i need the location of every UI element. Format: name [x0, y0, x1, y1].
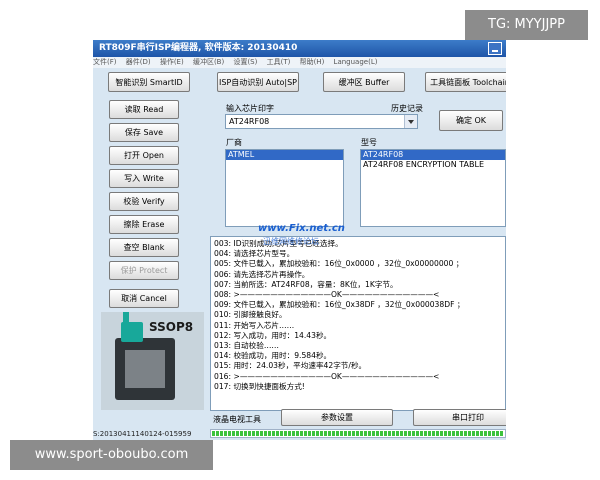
lcd-tool-label[interactable]: 液晶电视工具	[213, 414, 261, 425]
open-button[interactable]: 打开 Open	[109, 146, 179, 165]
log-line: 013: 自动校验……	[214, 341, 280, 351]
status-text: S:20130411140124-015959	[93, 430, 192, 438]
log-line: 004: 请选择芯片型号。	[214, 249, 295, 259]
chip-input-label: 输入芯片印字	[226, 104, 274, 113]
model-label: 型号	[361, 138, 377, 147]
menu-operation[interactable]: 操作(E)	[160, 58, 184, 66]
app-window: RT809F串行ISP编程器, 软件版本: 20130410 文件(F) 器件(…	[93, 40, 506, 440]
manufacturer-list[interactable]: ATMEL	[225, 149, 344, 227]
title-bar: RT809F串行ISP编程器, 软件版本: 20130410	[93, 40, 506, 57]
menu-device[interactable]: 器件(D)	[126, 58, 151, 66]
confirm-ok-button[interactable]: 确定 OK	[439, 110, 503, 131]
socket-image	[115, 338, 175, 400]
save-button[interactable]: 保存 Save	[109, 123, 179, 142]
window-title: RT809F串行ISP编程器, 软件版本: 20130410	[99, 43, 298, 53]
menu-help[interactable]: 帮助(H)	[300, 58, 325, 66]
log-line: 007: 当前所选：AT24RF08，容量：8K位，1K字节。	[214, 279, 398, 289]
verify-button[interactable]: 校验 Verify	[109, 192, 179, 211]
log-line: 009: 文件已载入，累加校验和：16位_0x38DF ，32位_0x00003…	[214, 300, 465, 310]
smart-id-button[interactable]: 智能识别 SmartID	[108, 72, 190, 92]
erase-button[interactable]: 擦除 Erase	[109, 215, 179, 234]
blank-button[interactable]: 查空 Blank	[109, 238, 179, 257]
isp-auto-button[interactable]: ISP自动识别 Auto|SP	[217, 72, 299, 92]
chip-input-value: AT24RF08	[229, 117, 270, 126]
log-line: 005: 文件已载入，累加校验和：16位_0x0000 ，32位_0x00000…	[214, 259, 464, 269]
chip-package-image: SSOP8	[101, 312, 204, 410]
menu-tools[interactable]: 工具(T)	[267, 58, 291, 66]
log-line: 006: 请先选择芯片再操作。	[214, 269, 310, 279]
log-line: 011: 开始写入芯片……	[214, 320, 295, 330]
serial-print-button[interactable]: 串口打印	[413, 409, 506, 426]
minimize-icon	[492, 50, 498, 52]
toolchain-button[interactable]: 工具链面板 Toolchain	[425, 72, 506, 92]
protect-button[interactable]: 保护 Protect	[109, 261, 179, 280]
params-settings-button[interactable]: 参数设置	[281, 409, 393, 426]
menu-buffer[interactable]: 缓冲区(B)	[193, 58, 224, 66]
log-line: 008: >————————————OK————————————<	[214, 290, 440, 300]
watermark-bottom-left: www.sport-oboubo.com	[10, 440, 213, 470]
status-bar: S:20130411140124-015959	[93, 428, 208, 440]
package-label: SSOP8	[149, 320, 194, 334]
read-button[interactable]: 读取 Read	[109, 100, 179, 119]
log-line: 015: 用时：24.03秒，平均速率42字节/秒。	[214, 361, 367, 371]
chip-input-combobox[interactable]: AT24RF08	[225, 114, 418, 129]
menu-bar: 文件(F) 器件(D) 操作(E) 缓冲区(B) 设置(S) 工具(T) 帮助(…	[93, 57, 506, 68]
site-watermark-sub: 迅维网维修论坛	[263, 237, 319, 246]
watermark-top-right: TG: MYYJJPP	[465, 10, 588, 40]
progress-bar	[210, 429, 506, 438]
menu-settings[interactable]: 设置(S)	[233, 58, 257, 66]
progress-fill	[212, 431, 504, 436]
cancel-button[interactable]: 取消 Cancel	[109, 289, 179, 308]
minimize-button[interactable]	[488, 42, 502, 55]
menu-file[interactable]: 文件(F)	[93, 58, 117, 66]
model-list[interactable]: AT24RF08 AT24RF08 ENCRYPTION TABLE	[360, 149, 506, 227]
log-line: 017: 切换到快捷面板方式!	[214, 381, 305, 391]
manufacturer-label: 厂商	[226, 138, 242, 147]
log-line: 014: 校验成功，用时：9.584秒。	[214, 351, 332, 361]
list-item[interactable]: AT24RF08	[361, 150, 505, 160]
log-output[interactable]: 003: ID识别成功,芯片型号已经选择。 004: 请选择芯片型号。 005:…	[210, 236, 506, 411]
site-watermark: www.Fix.net.cn	[258, 223, 345, 234]
log-line: 010: 引脚接触良好。	[214, 310, 287, 320]
history-label: 历史记录	[391, 104, 423, 113]
write-button[interactable]: 写入 Write	[109, 169, 179, 188]
log-line: 012: 写入成功，用时：14.43秒。	[214, 330, 332, 340]
buffer-button[interactable]: 缓冲区 Buffer	[323, 72, 405, 92]
list-item[interactable]: ATMEL	[226, 150, 343, 160]
menu-language[interactable]: Language(L)	[334, 58, 378, 66]
log-line: 016: >————————————OK————————————<	[214, 371, 440, 381]
list-item[interactable]: AT24RF08 ENCRYPTION TABLE	[361, 160, 505, 170]
log-line: 003: ID识别成功,芯片型号已经选择。	[214, 239, 343, 248]
chevron-down-icon[interactable]	[404, 115, 417, 128]
